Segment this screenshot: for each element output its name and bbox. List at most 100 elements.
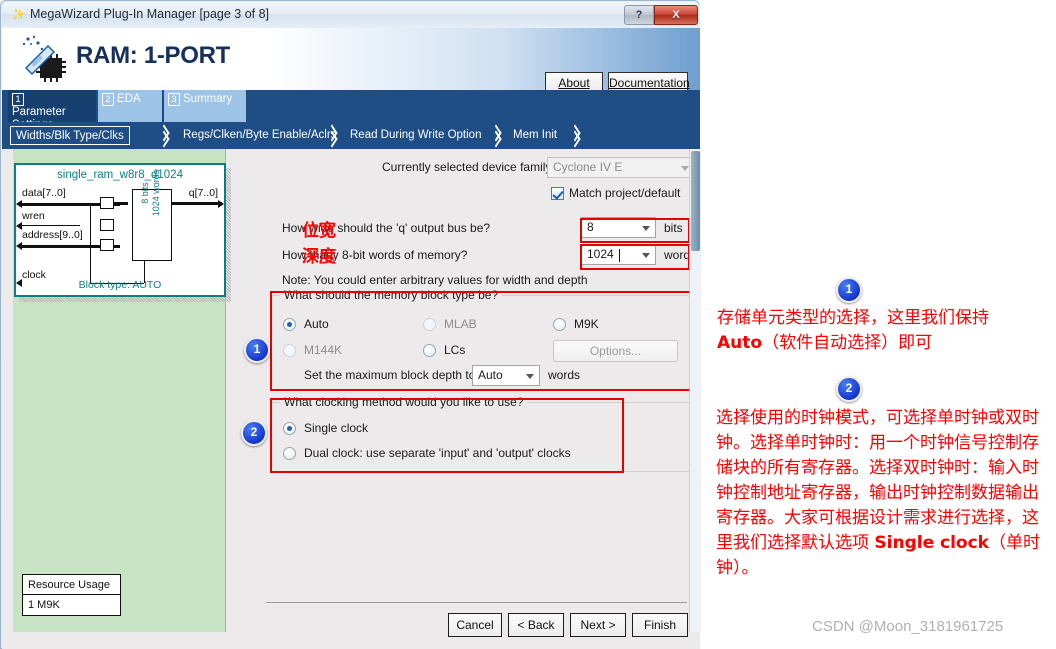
annotation-note-1-bold: Auto (717, 333, 763, 353)
clocking-method-title: What clocking method would you like to u… (280, 395, 528, 409)
resource-usage-header: Resource Usage (22, 574, 121, 595)
tab-label: Summary (183, 93, 233, 105)
annotation-note-1-line1: 存储单元类型的选择，这里我们保持 (717, 308, 989, 328)
breadcrumb-mem-init[interactable]: Mem Init (508, 126, 562, 145)
breadcrumb: Widths/Blk Type/Clks Regs/Clken/Byte Ena… (2, 122, 700, 149)
window-title: MegaWizard Plug-In Manager [page 3 of 8] (30, 7, 270, 21)
scrollbar-thumb[interactable] (691, 151, 700, 251)
close-button[interactable]: X (654, 5, 698, 25)
radio-single-clock-label: Single clock (304, 421, 369, 435)
max-block-depth-unit: words (548, 368, 581, 382)
memory-block-type-title: What should the memory block type be? (280, 288, 503, 302)
radio-m9k-label: M9K (574, 317, 599, 331)
diagram-wire (20, 225, 80, 226)
radio-dual-clock[interactable] (283, 447, 296, 460)
tab-strip: 1Parameter Settings 2EDA 3Summary (2, 90, 700, 131)
diagram-wire (90, 203, 91, 283)
page-title: RAM: 1-PORT (76, 42, 231, 69)
annotation-note-2: 选择使用的时钟模式，可选择单时钟或双时钟。选择单时钟时：用一个时钟信号控制存储块… (716, 406, 1054, 581)
chevron-right-icon (568, 127, 582, 144)
depth-value: 1024 (587, 247, 614, 261)
radio-lcs[interactable] (423, 344, 436, 357)
ram-block-diagram: single_ram_w8r8_d1024 data[7..0] wren ad… (14, 163, 226, 297)
tab-summary[interactable]: 3 Summary (164, 90, 246, 122)
next-button[interactable]: Next > (570, 613, 626, 637)
chevron-down-icon (642, 226, 650, 231)
chevron-down-icon (681, 166, 689, 171)
breadcrumb-regs-clken-byte-enable-aclrs[interactable]: Regs/Clken/Byte Enable/Aclrs (178, 126, 341, 145)
diagram-register (100, 219, 114, 231)
depth-tag-annotation: 深度 (302, 247, 336, 267)
radio-single-clock[interactable] (283, 422, 296, 435)
diagram-output-q: q[7..0] (188, 187, 218, 199)
match-project-label: Match project/default (569, 186, 681, 200)
device-family-select[interactable]: Cyclone IV E (547, 157, 695, 178)
diagram-register (100, 239, 114, 251)
chip-wizard-icon (22, 35, 66, 82)
diagram-arrow (16, 242, 22, 250)
device-family-label: Currently selected device family: (382, 160, 555, 174)
radio-m9k[interactable] (553, 318, 566, 331)
breadcrumb-widths-blk-type-clks[interactable]: Widths/Blk Type/Clks (10, 126, 130, 145)
diagram-wire (172, 202, 222, 205)
tab-number: 3 (168, 93, 180, 106)
match-project-checkbox[interactable] (551, 187, 564, 200)
cancel-button[interactable]: Cancel (448, 613, 502, 637)
window-titlebar: ✨ MegaWizard Plug-In Manager [page 3 of … (2, 2, 700, 28)
width-depth-note: Note: You could enter arbitrary values f… (282, 273, 588, 287)
diagram-wire (114, 202, 128, 205)
annotation-note-2-bold: Single clock (874, 533, 989, 553)
annotation-note-2-part1: 选择使用的时钟模式，可选择单时钟或双时钟。选择单时钟时：用一个时钟信号控制存储块… (716, 408, 1039, 553)
max-block-depth-value: Auto (478, 368, 503, 382)
megawizard-window: ✨ MegaWizard Plug-In Manager [page 3 of … (0, 0, 701, 649)
radio-mlab[interactable] (423, 318, 436, 331)
documentation-label: Documentation (609, 76, 690, 90)
chevron-right-icon (489, 127, 503, 144)
annotation-note-1: 存储单元类型的选择，这里我们保持 Auto（软件自动选择）即可 (717, 306, 1047, 356)
diagram-register (100, 197, 114, 209)
finish-button[interactable]: Finish (632, 613, 688, 637)
resource-usage-table: Resource Usage 1 M9K (22, 574, 121, 616)
diagram-input-address: address[9..0] (22, 229, 83, 241)
footer-divider (266, 602, 687, 603)
annotation-badge-1: 1 (836, 277, 862, 303)
back-button[interactable]: < Back (508, 613, 564, 637)
diagram-block-type: Block type: AUTO (78, 279, 162, 291)
resource-usage-value: 1 M9K (22, 595, 121, 616)
options-button[interactable]: Options... (553, 340, 678, 362)
diagram-arrow (16, 200, 22, 208)
radio-m144k-label: M144K (304, 343, 343, 357)
wand-icon: ✨ (10, 7, 27, 23)
memory-block-type-group: What should the memory block type be? Au… (270, 288, 690, 390)
depth-select[interactable]: 1024 (581, 244, 656, 265)
watermark: CSDN @Moon_3181961725 (812, 618, 1004, 635)
breadcrumb-read-during-write-option[interactable]: Read During Write Option (345, 126, 486, 145)
radio-auto-label: Auto (304, 317, 329, 331)
radio-mlab-label: MLAB (444, 317, 477, 331)
diagram-title: single_ram_w8r8_d1024 (57, 169, 183, 181)
diagram-input-wren: wren (22, 210, 45, 222)
width-tag-annotation: 位宽 (302, 221, 336, 241)
tab-number: 1 (12, 93, 24, 106)
radio-auto[interactable] (283, 318, 296, 331)
radio-m144k[interactable] (283, 344, 296, 357)
radio-dual-clock-label: Dual clock: use separate 'input' and 'ou… (304, 446, 571, 460)
tab-eda[interactable]: 2 EDA (98, 90, 162, 122)
step-badge-2-inline: 2 (241, 420, 267, 446)
about-label: About (558, 76, 590, 90)
help-button[interactable]: ? (624, 5, 654, 25)
window-header: RAM: 1-PORT About Documentation (2, 28, 700, 94)
q-width-unit: bits (664, 221, 683, 235)
vertical-scrollbar[interactable] (689, 149, 701, 632)
tab-label: EDA (117, 93, 141, 105)
diagram-arrow (218, 200, 224, 208)
clocking-method-group: What clocking method would you like to u… (270, 395, 690, 472)
radio-lcs-label: LCs (444, 343, 466, 357)
diagram-input-data: data[7..0] (22, 187, 66, 199)
max-block-depth-select[interactable]: Auto (472, 365, 540, 386)
q-width-select[interactable]: 8 (581, 217, 656, 238)
chevron-down-icon (642, 253, 650, 258)
tab-parameter-settings[interactable]: 1Parameter Settings (8, 90, 96, 131)
chevron-right-icon (157, 127, 171, 144)
tab-number: 2 (102, 93, 114, 106)
